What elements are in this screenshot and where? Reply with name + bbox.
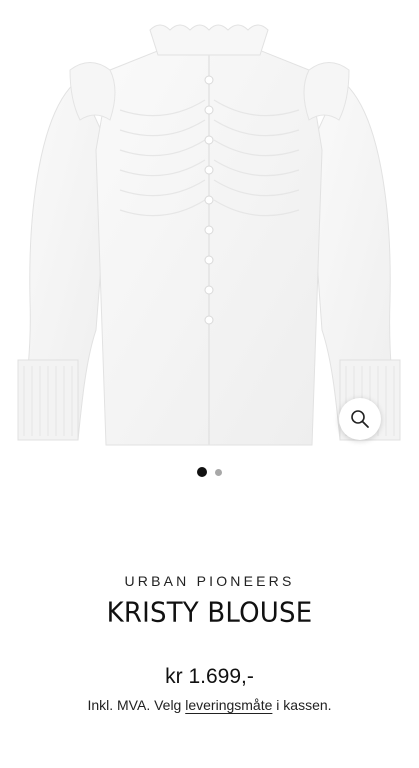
gallery-pagination (0, 466, 419, 478)
delivery-method-link[interactable]: leveringsmåte (185, 697, 272, 713)
product-title: KRISTY BLOUSE (106, 597, 313, 629)
zoom-button[interactable] (339, 398, 381, 440)
vat-notice: Inkl. MVA. Velg leveringsmåte i kassen. (0, 697, 419, 713)
gallery-dot-2[interactable] (215, 468, 222, 476)
gallery-dot-1[interactable] (197, 467, 207, 477)
product-page: URBAN PIONEERS KRISTY BLOUSE kr 1.699,- … (0, 0, 419, 768)
vat-notice-prefix: Inkl. MVA. Velg (87, 697, 186, 713)
product-gallery[interactable] (0, 0, 419, 450)
product-price: kr 1.699,- (165, 665, 254, 688)
vat-notice-suffix: i kassen. (272, 697, 332, 713)
product-image[interactable] (0, 0, 419, 450)
product-brand[interactable]: URBAN PIONEERS (0, 573, 419, 589)
magnifier-icon (351, 410, 369, 428)
